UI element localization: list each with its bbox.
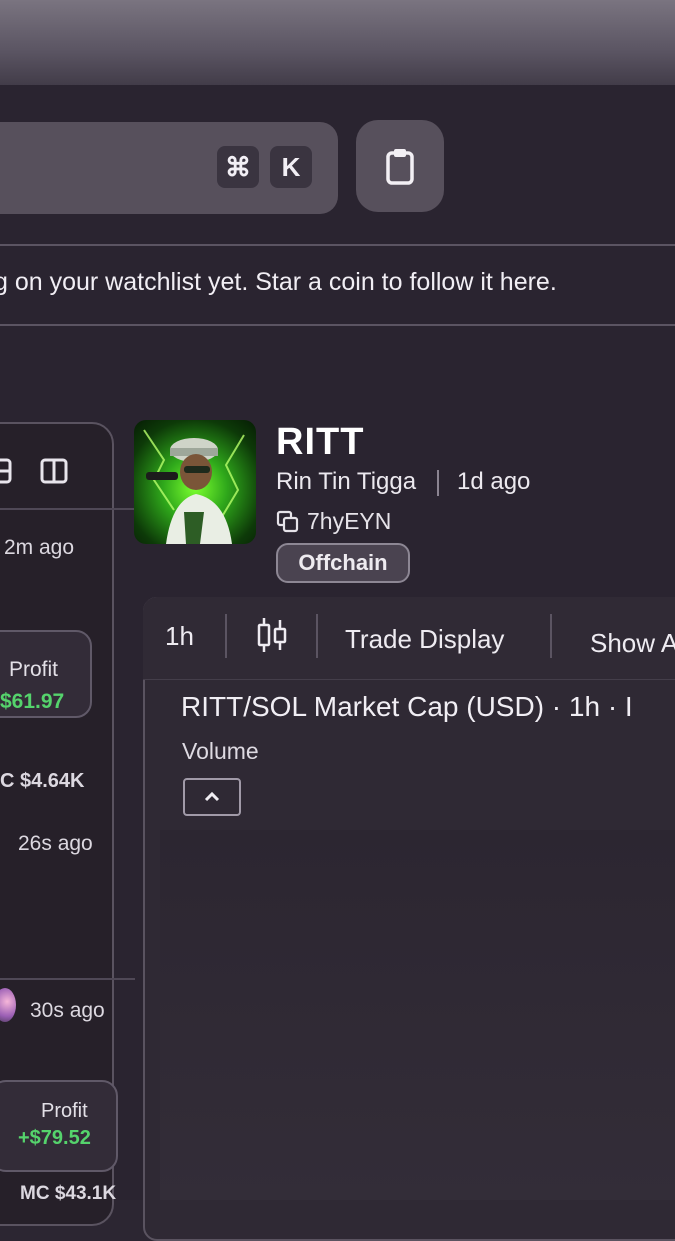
coin-age: 1d ago [457, 468, 531, 495]
coin-ticker: RITT [276, 421, 365, 463]
toolbar-divider [550, 614, 552, 658]
coin-name: Rin Tin Tigga [276, 468, 417, 495]
side-divider [0, 978, 135, 980]
chevron-up-icon [204, 791, 220, 802]
coin-artwork [143, 429, 245, 544]
watchlist-empty-message: g on your watchlist yet. Star a coin to … [0, 268, 557, 296]
coin-address[interactable]: 7hyEYN [307, 508, 391, 535]
interval-button[interactable]: 1h [165, 621, 194, 652]
header-divider [0, 244, 675, 246]
side-divider [0, 508, 135, 510]
candlestick-icon[interactable] [256, 616, 288, 654]
command-key-hint: ⌘ [217, 146, 259, 188]
profit-label: Profit [41, 1100, 88, 1122]
watchlist-divider [0, 324, 675, 326]
item-time: 26s ago [18, 832, 93, 855]
columns-view-icon[interactable] [40, 458, 68, 484]
show-button[interactable]: Show A [590, 628, 675, 659]
k-key-hint: K [270, 146, 312, 188]
chart-canvas[interactable] [160, 830, 675, 1200]
profit-label: Profit [9, 658, 59, 681]
chart-title: RITT/SOL Market Cap (USD) · 1h · I [181, 691, 633, 722]
list-view-icon[interactable] [0, 458, 14, 484]
item-time: 2m ago [4, 536, 75, 559]
monitor-bezel [0, 0, 675, 95]
profit-card[interactable] [0, 1080, 118, 1172]
clipboard-icon [386, 149, 414, 185]
trade-display-button[interactable]: Trade Display [345, 624, 504, 655]
collapse-button[interactable] [183, 778, 241, 816]
item-time: 30s ago [30, 999, 105, 1022]
offchain-badge: Offchain [276, 543, 410, 583]
coin-image [134, 420, 256, 544]
volume-label: Volume [182, 738, 259, 764]
clipboard-button[interactable] [356, 120, 444, 212]
profit-value: $61.97 [0, 690, 65, 713]
toolbar-divider [316, 614, 318, 658]
toolbar-divider [225, 614, 227, 658]
profit-value: +$79.52 [18, 1127, 91, 1149]
market-cap: C $4.64K [0, 770, 85, 792]
meta-divider [437, 470, 439, 496]
market-cap: MC $43.1K [20, 1183, 117, 1204]
copy-icon[interactable] [276, 510, 300, 534]
